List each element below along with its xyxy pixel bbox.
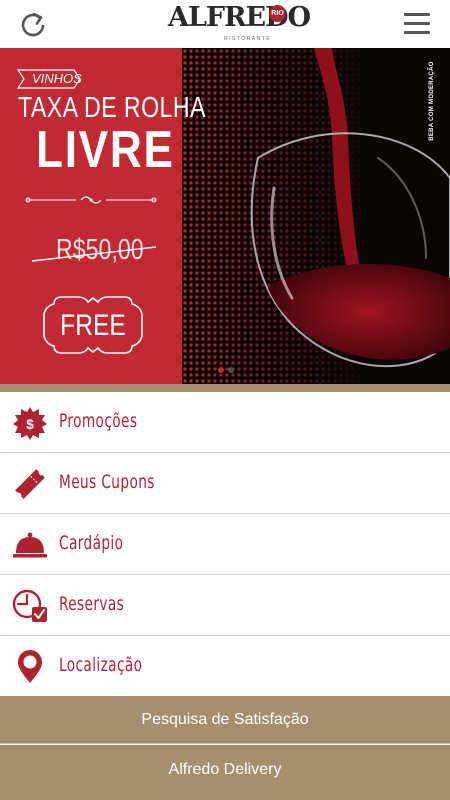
delivery-button[interactable]: Alfredo Delivery xyxy=(0,745,450,800)
survey-button[interactable]: Pesquisa de Satisfação xyxy=(0,696,450,744)
ornament-divider xyxy=(25,196,157,204)
refresh-icon[interactable] xyxy=(18,8,48,40)
carousel-dot-active[interactable] xyxy=(218,367,224,373)
moderation-note-text: BEBA COM MODERAÇÃO xyxy=(428,61,435,141)
free-label: FREE xyxy=(60,309,126,342)
clock-check-icon xyxy=(12,589,48,623)
main-menu-list: $ Promoções Meus Cupons Cardápio Reserva… xyxy=(0,392,450,697)
wine-glass-illustration xyxy=(182,48,450,384)
banner-bottom-strip xyxy=(0,384,450,392)
menu-item-cardapio[interactable]: Cardápio xyxy=(0,514,450,575)
menu-item-reservas[interactable]: Reservas xyxy=(0,575,450,636)
logo-subtitle: RISTORANTE xyxy=(224,36,272,42)
menu-item-meus-cupons[interactable]: Meus Cupons xyxy=(0,453,450,514)
logo-text: ALFREDO xyxy=(168,2,311,33)
menu-item-label: Promoções xyxy=(59,410,138,432)
menu-item-label: Reservas xyxy=(59,593,125,615)
location-pin-icon xyxy=(12,650,48,684)
menu-item-localizacao[interactable]: Localização xyxy=(0,636,450,697)
menu-item-label: Localização xyxy=(59,654,143,676)
alfredo-logo: ALFREDO RIO RISTORANTE xyxy=(168,2,311,46)
free-label-frame: FREE xyxy=(40,294,146,356)
banner-headline-big: LIVRE xyxy=(36,121,175,179)
logo-badge: RIO xyxy=(269,5,286,22)
menu-item-label: Cardápio xyxy=(59,532,124,554)
menu-item-label: Meus Cupons xyxy=(59,471,155,493)
promo-banner[interactable]: VINHOS TAXA DE ROLHA LIVRE R$50,00 FREE … xyxy=(0,48,450,384)
promo-badge-icon: $ xyxy=(12,406,48,440)
food-cloche-icon xyxy=(12,528,48,562)
banner-wine-photo xyxy=(182,48,450,384)
price-strikethrough xyxy=(31,246,157,262)
carousel-dot[interactable] xyxy=(228,367,234,373)
svg-text:$: $ xyxy=(26,416,34,432)
moderation-note: BEBA COM MODERAÇÃO xyxy=(418,58,448,148)
ticket-icon xyxy=(12,467,48,501)
hamburger-menu-icon[interactable] xyxy=(404,10,430,38)
category-tag: VINHOS xyxy=(12,68,82,90)
app-header: ALFREDO RIO RISTORANTE xyxy=(0,0,450,48)
menu-item-promocoes[interactable]: $ Promoções xyxy=(0,392,450,453)
category-tag-label: VINHOS xyxy=(32,71,82,86)
